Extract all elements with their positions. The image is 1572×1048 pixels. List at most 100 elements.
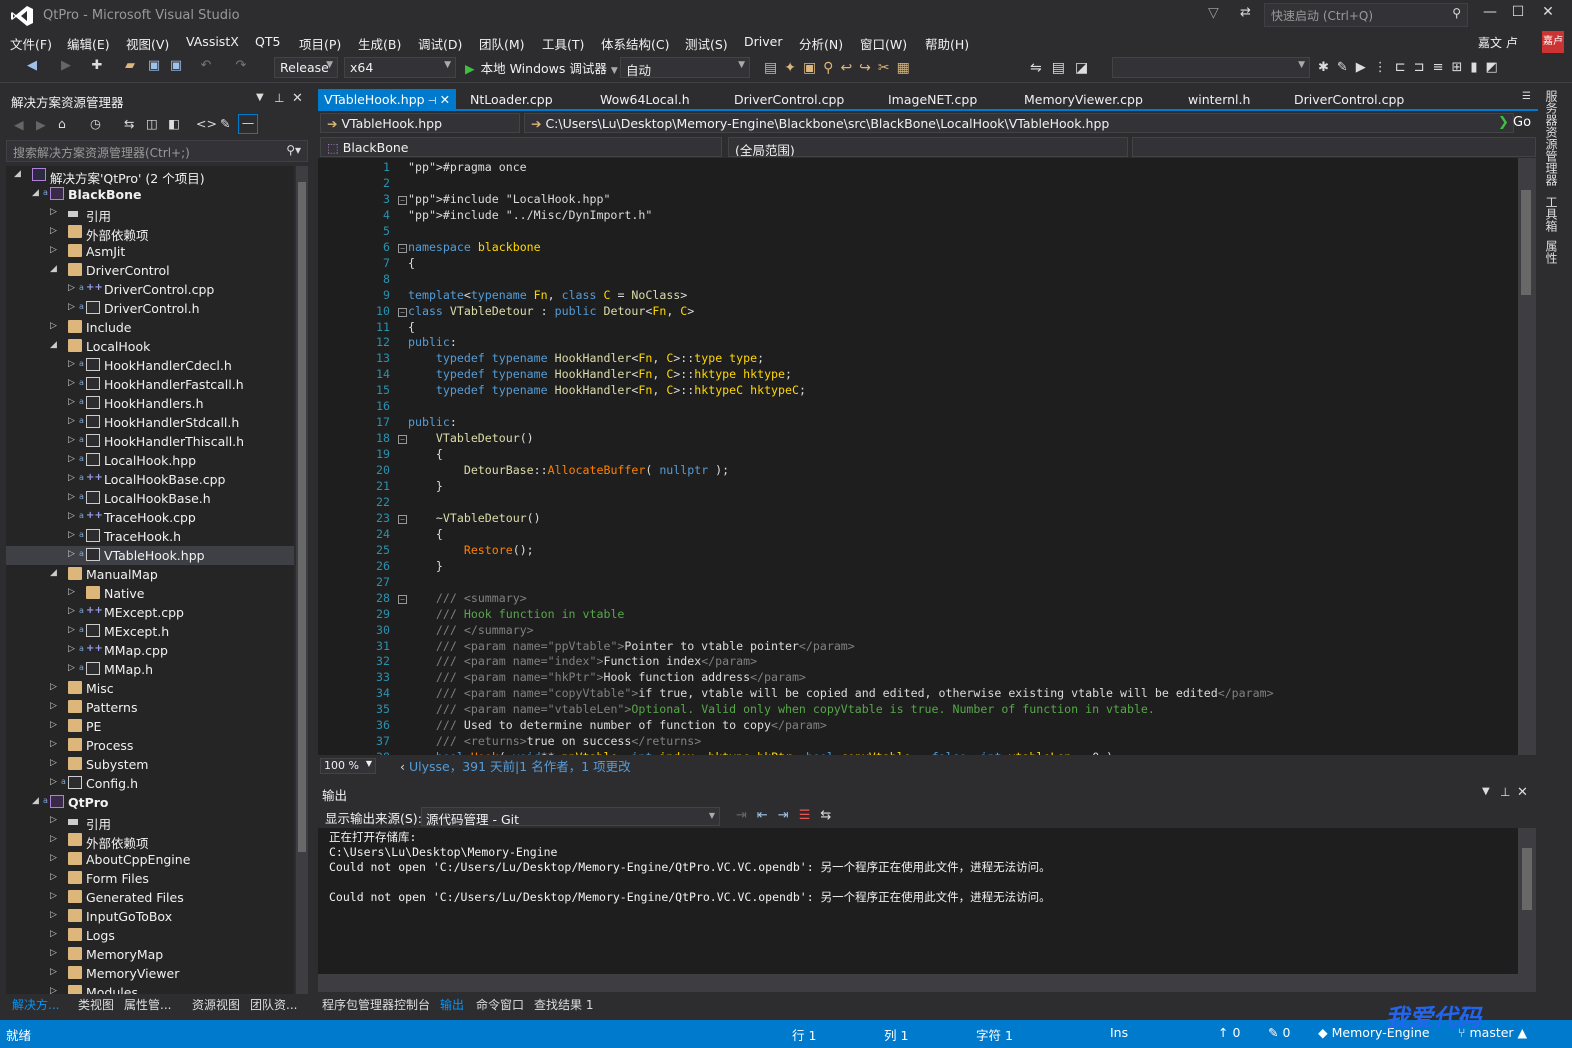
copy-icon[interactable]: ◧ [168,116,180,131]
maximize-button[interactable]: ☐ [1503,4,1533,20]
tree-item[interactable]: ▷ ++ a MExcept.cpp [6,603,294,622]
chevron-right-icon[interactable]: ▷ [68,397,75,407]
chevron-right-icon[interactable]: ▷ [68,587,75,597]
menu-item[interactable]: 团队(M) [479,34,525,53]
tree-item[interactable]: ▷ a HookHandlers.h [6,394,294,413]
tree-item[interactable]: ◢ 解决方案'QtPro' (2 个项目) [6,166,294,186]
menu-item[interactable]: 测试(S) [685,34,728,53]
fold-toggle-icon[interactable]: − [398,435,407,445]
tree-item[interactable]: ▷ Patterns [6,698,294,717]
bottom-tab[interactable]: 查找结果 1 [534,996,593,1013]
filter-icon[interactable]: ▽ [1208,5,1219,21]
feedback-icon[interactable]: ⇄ [1240,5,1251,20]
menu-item[interactable]: 分析(N) [799,34,843,53]
tree-item[interactable]: ▷ a DriverControl.h [6,299,294,318]
pin-icon[interactable]: ⊣ [425,96,440,107]
menu-item[interactable]: 工具(T) [542,34,584,53]
debug-mode-select[interactable]: 自动 ▼ [620,57,750,78]
chevron-right-icon[interactable]: ▷ [50,720,57,730]
tree-item[interactable]: ▷ Modules [6,983,294,994]
close-icon[interactable]: ✕ [440,92,450,107]
menu-item[interactable]: 调试(D) [418,34,462,53]
bottom-tab[interactable]: 类视图 [78,996,114,1013]
tab-list-icon[interactable]: ☰ [1522,91,1531,102]
tree-item[interactable]: ▷ Subystem [6,755,294,774]
document-tab[interactable]: DriverControl.cpp [1288,89,1410,111]
menu-item[interactable]: 编辑(E) [67,34,110,53]
avatar[interactable]: 嘉卢 [1542,31,1564,53]
bottom-tab[interactable]: 资源视图 [192,996,240,1013]
document-tab[interactable]: winternl.h [1182,89,1256,111]
chevron-right-icon[interactable]: ▷ [50,682,57,692]
go-button[interactable]: ❯ Go [1498,115,1531,130]
file-combo[interactable]: ➔ VTableHook.hpp [320,113,520,133]
tree-item[interactable]: ▷ a HookHandlerCdecl.h [6,356,294,375]
git-blame-info[interactable]: ‹ Ulysse，391 天前|1 名作者，1 项更改 [400,756,631,775]
panel-menu-icon[interactable]: ▼ [1482,786,1490,797]
output-actions[interactable]: ⇥⇤⇥☰⇆ [736,808,841,823]
chevron-right-icon[interactable]: ▷ [68,644,75,654]
chevron-right-icon[interactable]: ▷ [68,473,75,483]
tree-item[interactable]: ◢ ManualMap [6,565,294,584]
tree-item[interactable]: ▷ Logs [6,926,294,945]
tree-item[interactable]: ▷ 外部依赖项 [6,831,294,851]
chevron-right-icon[interactable]: ▷ [50,815,57,825]
tree-item[interactable]: ▷ 外部依赖项 [6,223,294,243]
chevron-right-icon[interactable]: ▷ [50,834,57,844]
chevron-right-icon[interactable]: ▷ [68,435,75,445]
chevron-right-icon[interactable]: ▷ [50,226,57,236]
close-panel-icon[interactable]: ✕ [1517,785,1528,800]
tree-item[interactable]: ▷ PE [6,717,294,736]
tree-item[interactable]: ▷ Native [6,584,294,603]
chevron-right-icon[interactable]: ▷ [50,245,57,255]
preview-icon[interactable]: — [238,114,258,134]
tree-item[interactable]: ▷ MemoryViewer [6,964,294,983]
start-debugging-button[interactable]: ▶ 本地 Windows 调试器 ▼ [465,58,618,77]
menu-item[interactable]: 视图(V) [126,34,169,53]
platform-select[interactable]: x64 ▼ [344,57,456,78]
chevron-right-icon[interactable]: ▷ [68,359,75,369]
output-horizontal-scrollbar[interactable] [318,974,1536,992]
chevron-right-icon[interactable]: ▷ [50,853,57,863]
collapse-icon[interactable]: ◫ [146,116,158,131]
menu-item[interactable]: 文件(F) [10,34,52,53]
panel-menu-icon[interactable]: ▼ [256,92,264,103]
chevron-right-icon[interactable]: ▷ [50,986,57,994]
tree-item[interactable]: ◢ a BlackBone [6,185,294,204]
tree-item[interactable]: ▷ Generated Files [6,888,294,907]
tree-item[interactable]: ▷ a LocalHook.hpp [6,451,294,470]
tree-item[interactable]: ◢ LocalHook [6,337,294,356]
tree-item[interactable]: ▷ AboutCppEngine [6,850,294,869]
tree-item[interactable]: ◢ DriverControl [6,261,294,280]
tree-item[interactable]: ▷ AsmJit [6,242,294,261]
bottom-tab[interactable]: 程序包管理器控制台 [322,996,430,1013]
menu-item[interactable]: 窗口(W) [860,34,907,53]
code-icon[interactable]: <> [196,116,217,131]
close-panel-icon[interactable]: ✕ [292,91,303,106]
fold-toggle-icon[interactable]: − [398,514,407,524]
tree-item[interactable]: ▷ a TraceHook.h [6,527,294,546]
scrollbar-thumb[interactable] [1521,190,1531,295]
chevron-right-icon[interactable]: ▷ [50,777,57,787]
quick-launch-input[interactable]: 快速启动 (Ctrl+Q) ⚲ [1264,3,1468,27]
scrollbar-thumb[interactable] [1522,848,1532,910]
chevron-right-icon[interactable]: ▷ [68,492,75,502]
menu-item[interactable]: 项目(P) [299,34,341,53]
document-tab[interactable]: DriverControl.cpp [728,89,850,111]
tree-item[interactable]: ▷ MemoryMap [6,945,294,964]
tree-item[interactable]: ▷ a MExcept.h [6,622,294,641]
document-tab[interactable]: ImageNET.cpp [882,89,983,111]
output-source-select[interactable]: 源代码管理 - Git ▼ [421,807,720,827]
redo-icon[interactable]: ↷ [232,58,250,76]
chevron-right-icon[interactable]: ▷ [50,929,57,939]
chevron-right-icon[interactable]: ▷ [68,606,75,616]
tree-item[interactable]: ▷ 引用 [6,204,294,224]
minimize-button[interactable]: — [1475,4,1505,20]
tree-item[interactable]: ▷ a LocalHookBase.h [6,489,294,508]
user-name[interactable]: 嘉文 卢 [1478,34,1518,51]
push-count[interactable]: ↑ 0 [1218,1025,1240,1040]
tree-item[interactable]: ▷ 引用 [6,812,294,832]
chevron-right-icon[interactable]: ▷ [50,872,57,882]
member-combo[interactable] [1132,137,1536,157]
bottom-tab[interactable]: 团队资... [250,996,297,1013]
